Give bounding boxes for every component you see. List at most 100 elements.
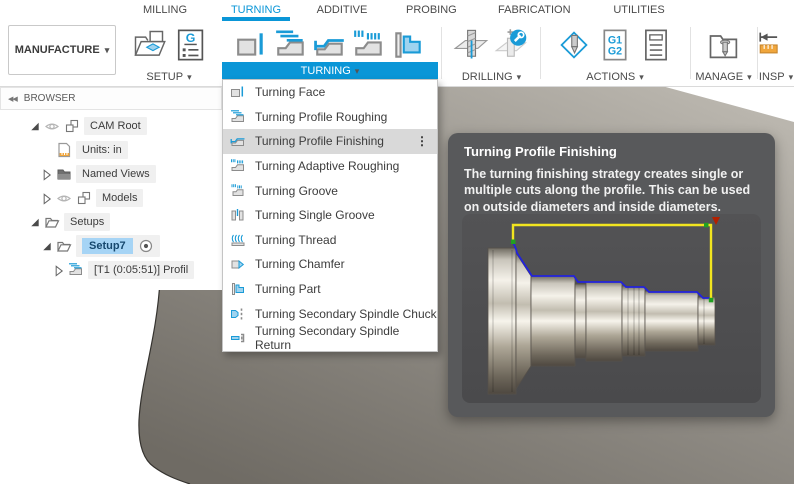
menu-item-label: Turning Profile Finishing [255,134,384,149]
menu-item-turning-thread[interactable]: Turning Thread [223,228,437,253]
tab-probing[interactable]: PROBING [406,0,457,21]
tool-library-icon[interactable] [706,27,742,63]
turning-profile-finishing-icon [230,133,246,149]
menu-item-turning-secondary-spindle-chuck[interactable]: Turning Secondary Spindle Chuck [223,301,437,326]
menu-item-label: Turning Chamfer [255,257,345,272]
setup-icon[interactable] [131,27,167,63]
tab-label: MILLING [142,4,187,16]
triangle-expanded-icon[interactable] [28,216,41,229]
menu-item-turning-chamfer[interactable]: Turning Chamfer [223,252,437,277]
turning-single-groove-icon [230,207,246,223]
drilling-icon[interactable] [453,27,489,63]
browser-item-units-in[interactable]: Units: in [0,138,222,162]
browser-item-label: [T1 (0:05:51)] Profil [88,261,195,279]
component-cubes-icon [76,190,93,207]
tab-turning[interactable]: TURNING [222,0,290,21]
turning-group-label[interactable]: TURNING [222,62,438,79]
tab-label: ADDITIVE [316,4,368,16]
turning-profile-finishing-icon[interactable] [313,28,347,62]
setup-folder-icon [56,238,73,255]
menu-item-label: Turning Profile Roughing [255,109,388,124]
ribbon-group-setup: G SETUP [118,24,220,84]
browser-item-setup7[interactable]: Setup7 [0,234,222,258]
turning-part-icon[interactable] [391,28,425,62]
svg-text:G2: G2 [608,46,622,58]
menu-item-label: Turning Part [255,282,321,297]
component-cubes-icon [64,118,81,135]
tab-utilities[interactable]: UTILITIES [611,0,667,21]
triangle-collapsed-icon[interactable] [52,264,65,277]
simulate-icon[interactable] [556,27,592,63]
triangle-expanded-icon[interactable] [40,240,53,253]
menu-item-label: Turning Adaptive Roughing [255,159,400,174]
browser-item-label: Setups [64,213,111,231]
browser-panel: BROWSER CAM Root Units: in Named Views Mode… [0,87,222,290]
browser-item-setups[interactable]: Setups [0,210,222,234]
menu-item-turning-profile-roughing[interactable]: Turning Profile Roughing [223,105,437,130]
menu-item-turning-groove[interactable]: Turning Groove [223,178,437,203]
triangle-expanded-icon[interactable] [28,120,41,133]
browser-item-models[interactable]: Models [0,186,222,210]
workspace-switcher[interactable]: MANUFACTURE [8,25,116,75]
setup-sheet-icon[interactable] [638,27,674,63]
turning-face-icon[interactable] [235,28,269,62]
svg-text:G1: G1 [608,34,622,46]
caret-down-icon [639,71,644,83]
turned-part-render [487,247,716,395]
more-options-icon[interactable] [416,137,428,146]
ribbon-group-drilling: DRILLING [443,24,540,84]
group-label[interactable]: MANAGE [690,68,757,85]
collapse-panel-icon[interactable] [8,95,17,103]
menu-item-label: Turning Secondary Spindle Chuck [255,306,437,321]
setup-folder-icon [44,214,61,231]
turning-secondary-spindle-chuck-icon [230,306,246,322]
browser-item-label: Setup7 [82,238,133,254]
turning-profile-roughing-icon [68,262,85,279]
browser-tree: CAM Root Units: in Named Views Models Setups… [0,110,222,282]
tab-milling[interactable]: MILLING [141,0,189,21]
drilling-modify-icon[interactable] [494,27,530,63]
browser-item-cam-root[interactable]: CAM Root [0,114,222,138]
tooltip-panel: Turning Profile Finishing The turning fi… [448,133,775,417]
menu-item-turning-single-groove[interactable]: Turning Single Groove [223,203,437,228]
menu-item-turning-profile-finishing[interactable]: Turning Profile Finishing [223,129,437,154]
tab-additive[interactable]: ADDITIVE [315,0,369,21]
group-label[interactable]: DRILLING [443,68,540,85]
tab-fabrication[interactable]: FABRICATION [498,0,571,21]
menu-item-turning-part[interactable]: Turning Part [223,277,437,302]
browser-item-pill: Setup7 [76,235,160,257]
browser-title: BROWSER [23,93,76,104]
turning-menu-body: Turning Face Turning Profile Roughing Turn… [222,79,438,352]
turning-adaptive-roughing-icon[interactable] [352,28,386,62]
turning-face-icon [230,84,246,100]
turning-adaptive-roughing-icon [230,158,246,174]
triangle-collapsed-icon[interactable] [40,168,53,181]
group-label[interactable]: INSP [758,68,794,84]
browser-header: BROWSER [0,87,222,110]
turning-profile-roughing-icon[interactable] [274,28,308,62]
menu-item-turning-adaptive-roughing[interactable]: Turning Adaptive Roughing [223,154,437,179]
triangle-collapsed-icon[interactable] [40,192,53,205]
menu-item-turning-face[interactable]: Turning Face [223,80,437,105]
group-label[interactable]: ACTIONS [540,68,690,85]
inspection-icon[interactable] [758,27,794,63]
turning-thread-icon [230,232,246,248]
caret-down-icon [789,71,794,83]
post-process-icon[interactable]: G1 G2 [597,27,633,63]
gcode-document-icon[interactable]: G [172,27,208,63]
eye-icon[interactable] [44,118,61,135]
eye-icon[interactable] [56,190,73,207]
group-label[interactable]: SETUP [118,68,220,85]
ribbon-group-actions: G1 G2 ACTIONS [540,24,690,84]
browser-item-label: CAM Root [84,117,147,135]
menu-item-turning-secondary-spindle-return[interactable]: Turning Secondary Spindle Return [223,324,437,353]
browser-item-t1-0-05-51-profil[interactable]: [T1 (0:05:51)] Profil [0,258,222,282]
caret-down-icon [517,71,522,83]
menu-item-label: Turning Single Groove [255,208,375,223]
browser-item-named-views[interactable]: Named Views [0,162,222,186]
menu-item-label: Turning Secondary Spindle Return [255,324,400,353]
turning-chamfer-icon [230,256,246,272]
radio-selected-icon[interactable] [138,238,154,254]
tab-label: FABRICATION [498,4,571,16]
